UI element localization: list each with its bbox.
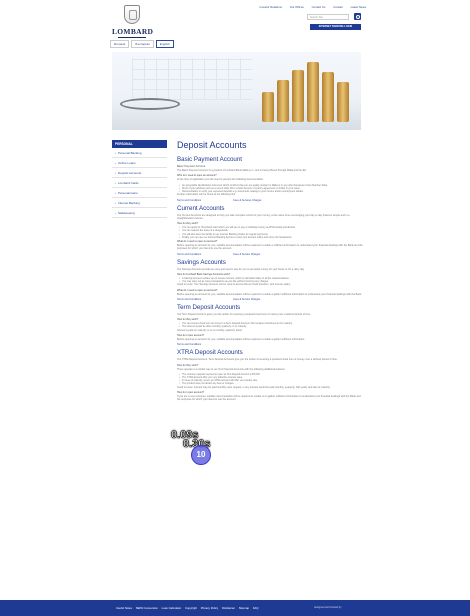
coin-stack-graphic bbox=[337, 82, 349, 122]
paragraph: There operate in a similar way to our Te… bbox=[177, 367, 286, 371]
section-subtitle: Basic Payment Account bbox=[177, 165, 206, 168]
link-row: Terms and Conditions Fees & Services Cha… bbox=[177, 199, 363, 202]
paragraph: Interest is paid on maturity or on a mon… bbox=[177, 328, 243, 332]
logo-underline bbox=[118, 37, 146, 38]
paragraph: Good to know: Interest may be paid month… bbox=[177, 385, 331, 389]
bank-logo[interactable]: LOMBARD bbox=[112, 5, 154, 41]
footer-link-sitemap[interactable]: Sitemap bbox=[239, 606, 249, 610]
main-content: Deposit Accounts Basic Payment Account B… bbox=[177, 140, 363, 404]
language-bulgarian[interactable]: Български bbox=[131, 40, 154, 48]
hero-image bbox=[112, 52, 361, 130]
question: How do I open account? bbox=[177, 333, 204, 337]
link-row: Terms and Conditions bbox=[177, 343, 363, 346]
coin-stack-graphic bbox=[322, 72, 334, 122]
search-icon[interactable] bbox=[354, 13, 361, 20]
footer-credit: designed and hosted by bbox=[314, 606, 342, 609]
paragraph: If you are a new customer, suitable docu… bbox=[177, 394, 361, 402]
language-romana[interactable]: Romana bbox=[110, 40, 130, 48]
paragraph: Before opening an account for you, suita… bbox=[177, 243, 363, 251]
sidebar-item-lombard-cards[interactable]: Lombard Cards bbox=[112, 178, 167, 188]
footer-link-privacy[interactable]: Privacy Policy bbox=[201, 606, 218, 610]
footer-link-faq[interactable]: FAQ bbox=[253, 606, 259, 610]
terms-link[interactable]: Terms and Conditions bbox=[177, 253, 201, 256]
link-row: Terms and Conditions Fees & Service Char… bbox=[177, 253, 363, 256]
bullet-item: The product does not attract any fees or… bbox=[177, 382, 363, 385]
question: How do I open account? bbox=[177, 390, 204, 394]
brand-name: LOMBARD bbox=[112, 27, 154, 36]
footer-link-disclaimer[interactable]: Disclaimer bbox=[222, 606, 235, 610]
sidebar-item-personal-banking[interactable]: Personal Banking bbox=[112, 148, 167, 158]
language-english[interactable]: English bbox=[155, 40, 174, 48]
footer-link-copyright[interactable]: Copyright bbox=[185, 606, 197, 610]
section-title-xtra-deposit: XTRA Deposit Accounts bbox=[177, 349, 243, 357]
paragraph: Before opening an account for you, suita… bbox=[177, 337, 305, 341]
hero-chart-graphic bbox=[132, 58, 252, 100]
coin-stack-graphic bbox=[262, 92, 274, 122]
internet-banking-button[interactable]: INTERNET BANKING LOGIN bbox=[310, 24, 361, 30]
footer-link-loan-calculator[interactable]: Loan Calculator bbox=[162, 606, 182, 610]
bullet-item: You may carry out as many transactions a… bbox=[177, 280, 363, 283]
terms-link[interactable]: Terms and Conditions bbox=[177, 298, 201, 301]
top-link-contact-us[interactable]: Contact Us bbox=[312, 5, 326, 9]
question: How do they work? bbox=[177, 318, 199, 322]
top-links: Investor Relations Our Offices Contact U… bbox=[253, 5, 366, 9]
paragraph: Before opening an account for you, suita… bbox=[177, 292, 363, 296]
step-badge: 10 bbox=[191, 445, 211, 465]
section-title-current-accounts: Current Accounts bbox=[177, 204, 225, 212]
question: Who do I need to open an account? bbox=[177, 174, 217, 178]
terms-link[interactable]: Terms and Conditions bbox=[177, 199, 201, 202]
bullet-item: Finally, you can use our Internet Bankin… bbox=[177, 236, 363, 239]
sidebar-nav: PERSONAL Personal Banking Online Loans D… bbox=[112, 140, 167, 218]
section-title-savings-accounts: Savings Accounts bbox=[177, 258, 226, 266]
section-title-basic-payment: Basic Payment Account bbox=[177, 156, 243, 163]
paragraph: At the time of application you will need… bbox=[177, 178, 264, 182]
sidebar-heading: PERSONAL bbox=[112, 140, 167, 148]
footer-link-sepa[interactable]: SEPA Conversion bbox=[136, 606, 158, 610]
question: What do I need to open an account? bbox=[177, 288, 218, 292]
coin-stack-graphic bbox=[292, 70, 304, 122]
top-link-investor-relations[interactable]: Investor Relations bbox=[260, 5, 282, 9]
question: What do I need to open an account? bbox=[177, 239, 218, 243]
shield-icon bbox=[124, 5, 140, 24]
sidebar-item-deposit-accounts[interactable]: Deposit Accounts bbox=[112, 168, 167, 178]
top-link-latest-news[interactable]: Latest News bbox=[351, 5, 366, 9]
timing-label-1: 0.09s bbox=[171, 429, 199, 442]
paragraph: Good to know: Your Savings Account can b… bbox=[177, 283, 291, 287]
question: How do Lombard Bank Savings Accounts wor… bbox=[177, 272, 231, 276]
paragraph: The Basic Payment Account is a product o… bbox=[177, 169, 307, 172]
sidebar-item-internet-banking[interactable]: Internet Banking bbox=[112, 198, 167, 208]
page-title: Deposit Accounts bbox=[177, 140, 247, 150]
footer-links: Useful Notes SEPA Conversion Loan Calcul… bbox=[116, 606, 261, 610]
timing-label-2: 0.30s bbox=[183, 438, 211, 451]
top-link-contact[interactable]: Contact bbox=[333, 5, 343, 9]
sidebar-item-online-loans[interactable]: Online Loans bbox=[112, 158, 167, 168]
sidebar-item-personal-loans[interactable]: Personal loans bbox=[112, 188, 167, 198]
search-input[interactable]: Search Site bbox=[307, 14, 349, 20]
paragraph: Our Current Accounts are designed to hel… bbox=[177, 213, 350, 220]
coin-stack-graphic bbox=[277, 80, 289, 122]
fees-link[interactable]: Fees & Services Charges bbox=[233, 199, 261, 202]
footer: Useful Notes SEPA Conversion Loan Calcul… bbox=[0, 600, 470, 616]
coin-stack-graphic bbox=[307, 62, 319, 122]
bullet-item: Documentation to verify your expected de… bbox=[177, 190, 363, 193]
fees-link[interactable]: Fees & Service Charges bbox=[233, 298, 260, 301]
bullet-item: The interest is paid at either monthly, … bbox=[177, 325, 363, 328]
footer-link-useful-notes[interactable]: Useful Notes bbox=[116, 606, 132, 610]
question: How do they work? bbox=[177, 363, 199, 367]
section-title-term-deposit: Term Deposit Accounts bbox=[177, 303, 241, 311]
sidebar-item-safekeeping[interactable]: Safekeeping bbox=[112, 208, 167, 218]
paragraph: Our Term Deposit Account gives you the o… bbox=[177, 312, 311, 316]
page: LOMBARD Investor Relations Our Offices C… bbox=[0, 0, 470, 616]
link-row: Terms and Conditions Fees & Service Char… bbox=[177, 298, 363, 301]
top-link-our-offices[interactable]: Our Offices bbox=[290, 5, 304, 9]
terms-link[interactable]: Terms and Conditions bbox=[177, 343, 201, 346]
paragraph: Our XTRA Deposit Account, Term Deposit A… bbox=[177, 358, 338, 362]
question: How do they work? bbox=[177, 222, 199, 226]
language-switcher: Romana Български English bbox=[110, 40, 176, 48]
paragraph: Our Savings Accounts provide an easy and… bbox=[177, 267, 305, 271]
hero-glasses-graphic bbox=[120, 98, 180, 110]
paragraph: Further information can be found at the … bbox=[177, 193, 236, 197]
fees-link[interactable]: Fees & Service Charges bbox=[233, 253, 260, 256]
